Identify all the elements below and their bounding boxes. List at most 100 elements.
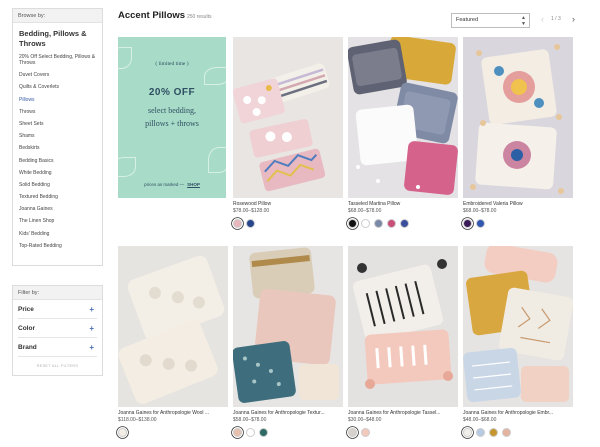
leaf-decoration	[112, 157, 136, 177]
sidebar-item-linen-shop[interactable]: The Linen Shop	[19, 218, 98, 224]
color-swatch[interactable]	[374, 219, 383, 228]
product-card: Joanna Gaines for Anthropologie Tassel..…	[348, 246, 458, 437]
product-price: $48.00–$68.00	[463, 417, 497, 423]
color-swatch[interactable]	[246, 219, 255, 228]
color-swatches	[348, 428, 458, 437]
plus-icon[interactable]: +	[89, 300, 94, 319]
color-swatches	[233, 428, 343, 437]
product-card: Joanna Gaines for Anthropologie Wool ...…	[118, 246, 228, 437]
sidebar-item-joanna-gaines[interactable]: Joanna Gaines	[19, 206, 98, 212]
filter-brand-label: Brand	[18, 344, 37, 351]
plus-icon[interactable]: +	[89, 319, 94, 338]
sidebar-item-bedskirts[interactable]: Bedskirts	[19, 145, 98, 151]
color-swatch[interactable]	[489, 428, 498, 437]
sort-select[interactable]: Featured ▲ ▼	[451, 13, 530, 28]
chevron-left-icon[interactable]: ‹	[541, 14, 544, 24]
results-count: 250 results	[187, 14, 212, 20]
promo-line-2: pillows + throws	[145, 119, 199, 128]
promo-shop-link[interactable]: SHOP	[187, 182, 200, 187]
product-card: Rosewood Pillow $78.00–$128.00	[233, 37, 343, 228]
color-swatch[interactable]	[476, 428, 485, 437]
product-price: $30.00–$48.00	[348, 417, 382, 423]
color-swatch[interactable]	[246, 428, 255, 437]
select-arrows-icon: ▲ ▼	[521, 15, 526, 27]
sidebar-item-shams[interactable]: Shams	[19, 133, 98, 139]
leaf-decoration	[208, 147, 230, 173]
leaf-decoration	[204, 67, 230, 85]
product-price: $78.00–$128.00	[233, 208, 270, 214]
product-card: Joanna Gaines for Anthropologie Embr... …	[463, 246, 573, 437]
product-name[interactable]: Joanna Gaines for Anthropologie Embr...	[463, 410, 573, 417]
color-swatches	[233, 219, 343, 228]
color-swatch[interactable]	[348, 428, 357, 437]
color-swatch[interactable]	[348, 219, 357, 228]
color-swatch[interactable]	[233, 428, 242, 437]
promo-limited-text: ( limited time )	[155, 61, 189, 67]
sort-selected-value: Featured	[456, 17, 479, 23]
leaf-decoration	[110, 47, 132, 69]
sidebar-item-quilts[interactable]: Quilts & Coverlets	[19, 84, 98, 90]
color-swatch[interactable]	[400, 219, 409, 228]
color-swatch[interactable]	[233, 219, 242, 228]
sidebar-item-bedding-basics[interactable]: Bedding Basics	[19, 158, 98, 164]
product-image[interactable]	[233, 246, 343, 407]
product-card: Embroidered Valeria Pillow $68.00–$78.00	[463, 37, 573, 228]
product-name[interactable]: Joanna Gaines for Anthropologie Wool ...	[118, 410, 228, 417]
filter-label: Filter by:	[13, 286, 102, 300]
pagination-text: 1 / 3	[551, 16, 561, 22]
sidebar-item-sheet-sets[interactable]: Sheet Sets	[19, 121, 98, 127]
color-swatch[interactable]	[259, 428, 268, 437]
sidebar-item-duvet-covers[interactable]: Duvet Covers	[19, 72, 98, 78]
sidebar-item-throws[interactable]: Throws	[19, 109, 98, 115]
plus-icon[interactable]: +	[89, 338, 94, 357]
product-image[interactable]	[118, 246, 228, 407]
product-name[interactable]: Tasseled Martina Pillow	[348, 201, 458, 208]
color-swatch[interactable]	[502, 428, 511, 437]
promo-banner[interactable]: ( limited time ) 20% OFF select bedding,…	[110, 37, 230, 198]
product-image[interactable]	[463, 37, 573, 198]
browse-label: Browse by:	[13, 9, 102, 23]
color-swatch[interactable]	[361, 428, 370, 437]
filter-color[interactable]: Color +	[18, 319, 97, 338]
promo-foot-text: prices as marked —	[144, 182, 185, 187]
product-image[interactable]	[463, 246, 573, 407]
category-title[interactable]: Bedding, Pillows & Throws	[13, 23, 102, 51]
color-swatch[interactable]	[387, 219, 396, 228]
color-swatch[interactable]	[463, 428, 472, 437]
sidebar-item-top-rated[interactable]: Top-Rated Bedding	[19, 243, 98, 249]
color-swatches	[118, 428, 228, 437]
color-swatches	[348, 219, 458, 228]
product-card: Joanna Gaines for Anthropologie Textur..…	[233, 246, 343, 437]
product-price: $58.00–$78.00	[233, 417, 267, 423]
sidebar-item-textured-bedding[interactable]: Textured Bedding	[19, 194, 98, 200]
sidebar-item-20-off[interactable]: 20% Off Select Bedding, Pillows & Throws	[19, 54, 98, 66]
product-name[interactable]: Joanna Gaines for Anthropologie Textur..…	[233, 410, 343, 417]
color-swatches	[463, 428, 573, 437]
promo-footer: prices as marked — SHOP	[118, 182, 226, 187]
color-swatch[interactable]	[361, 219, 370, 228]
filter-color-label: Color	[18, 325, 35, 332]
filter-price-label: Price	[18, 306, 34, 313]
promo-description: select bedding, pillows + throws	[118, 104, 226, 130]
product-image[interactable]	[233, 37, 343, 198]
sidebar-item-solid-bedding[interactable]: Solid Bedding	[19, 182, 98, 188]
promo-offer: 20% OFF	[148, 87, 196, 98]
category-list: 20% Off Select Bedding, Pillows & Throws…	[13, 51, 102, 249]
sidebar-item-pillows[interactable]: Pillows	[19, 97, 98, 103]
color-swatch[interactable]	[463, 219, 472, 228]
chevron-right-icon[interactable]: ›	[572, 14, 575, 24]
page-title: Accent Pillows	[118, 10, 186, 21]
filter-price[interactable]: Price +	[18, 300, 97, 319]
product-name[interactable]: Embroidered Valeria Pillow	[463, 201, 573, 208]
sidebar-item-kids-bedding[interactable]: Kids' Bedding	[19, 231, 98, 237]
product-name[interactable]: Rosewood Pillow	[233, 201, 343, 208]
color-swatch[interactable]	[476, 219, 485, 228]
reset-filters-link[interactable]: RESET ALL FILTERS	[13, 364, 102, 368]
product-image[interactable]	[348, 246, 458, 407]
filter-brand[interactable]: Brand +	[18, 338, 97, 357]
sidebar-item-white-bedding[interactable]: White Bedding	[19, 170, 98, 176]
product-card: Tasseled Martina Pillow $68.00–$78.00	[348, 37, 458, 228]
color-swatch[interactable]	[118, 428, 127, 437]
product-image[interactable]	[348, 37, 458, 198]
product-name[interactable]: Joanna Gaines for Anthropologie Tassel..…	[348, 410, 458, 417]
